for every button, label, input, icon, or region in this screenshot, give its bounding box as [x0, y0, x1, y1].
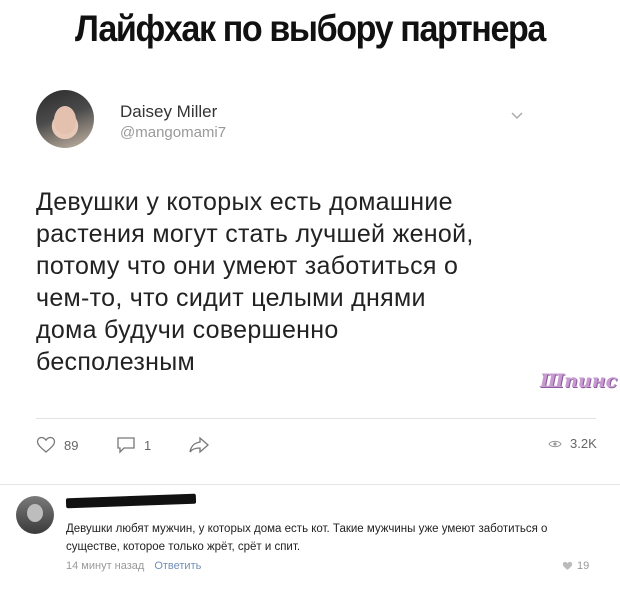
reply-count: 1	[144, 437, 152, 453]
reply-action[interactable]: 1	[116, 436, 151, 454]
comment-time: 14 минут назад	[66, 560, 145, 572]
tweet-actions: 89 1 3.2K	[36, 436, 597, 460]
view-count: 3.2K	[570, 436, 597, 451]
meme-title: Лайфхак по выбору партнера	[75, 8, 546, 49]
comment-text: Девушки любят мужчин, у которых дома ест…	[66, 523, 548, 553]
eye-icon	[548, 440, 562, 447]
tweet-line: дома будучи совершенно	[36, 316, 339, 344]
comment-meta: 14 минут назад Ответить	[66, 560, 201, 572]
chevron-down-icon[interactable]	[510, 108, 524, 122]
like-action[interactable]: 89	[36, 436, 78, 454]
tweet-text: Девушки у которых есть домашние растения…	[36, 186, 556, 378]
heart-icon	[36, 436, 56, 453]
watermark: Шпинс	[540, 370, 618, 392]
comment-avatar[interactable]	[16, 496, 54, 534]
avatar[interactable]	[36, 90, 94, 148]
redacted-name	[65, 493, 197, 509]
like-count: 89	[64, 437, 79, 453]
like-icon	[562, 561, 573, 570]
handle[interactable]: @mangomami7	[120, 124, 226, 141]
reply-icon	[117, 437, 135, 454]
views: 3.2K	[548, 436, 597, 451]
tweet-line: чем-то, что сидит целыми днями	[36, 284, 426, 312]
tweet-line: растения могут стать лучшей женой,	[36, 220, 474, 248]
share-action[interactable]	[188, 436, 210, 454]
comment-likes[interactable]: 19	[562, 560, 589, 572]
divider	[36, 418, 596, 419]
reply-link[interactable]: Ответить	[154, 560, 201, 572]
display-name[interactable]: Daisey Miller	[120, 102, 217, 122]
tweet-line: потому что они умеют заботиться о	[36, 252, 459, 280]
tweet-line: бесполезным	[36, 348, 196, 376]
tweet-line: Девушки у которых есть домашние	[36, 188, 453, 216]
tweet-card: Daisey Miller @mangomami7 Девушки у кото…	[20, 82, 617, 477]
share-icon	[189, 436, 209, 454]
divider	[0, 484, 620, 485]
comment-like-count: 19	[577, 560, 590, 572]
